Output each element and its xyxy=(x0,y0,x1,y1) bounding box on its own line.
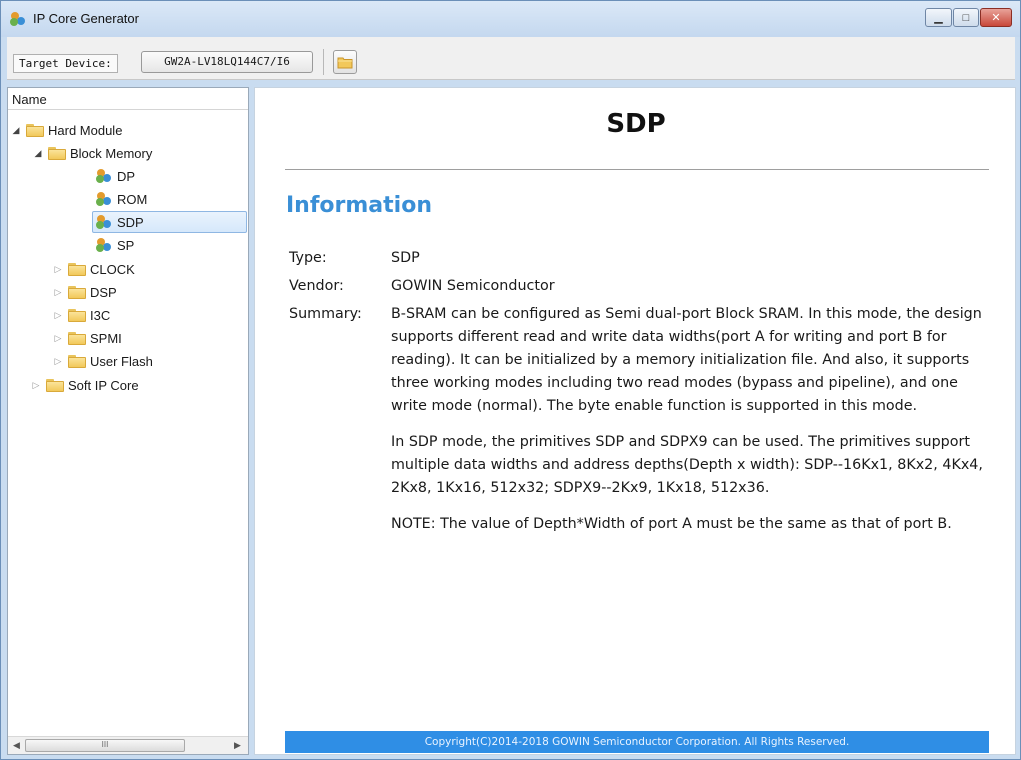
tree-item-user-flash[interactable]: ▷ User Flash xyxy=(52,350,153,372)
maximize-button[interactable]: □ xyxy=(953,8,979,27)
title-bar[interactable]: IP Core Generator ▁ □ ✕ xyxy=(1,1,1020,37)
tree-item-dsp[interactable]: ▷ DSP xyxy=(52,281,117,303)
summary-key: Summary: xyxy=(289,306,362,322)
ip-cubes-icon xyxy=(96,169,111,183)
collapsed-arrow-icon[interactable]: ▷ xyxy=(52,287,64,298)
toolbar-separator xyxy=(323,49,324,75)
ip-tree-panel: Name ◢ Hard Module ◢ Block Memory DP ROM… xyxy=(7,87,249,755)
minimize-button[interactable]: ▁ xyxy=(925,8,952,27)
horizontal-scrollbar[interactable]: ◀ III ▶ xyxy=(8,736,248,754)
toolbar: Target Device: GW2A-LV18LQ144C7/I6 xyxy=(7,37,1015,80)
ip-core-generator-window: IP Core Generator ▁ □ ✕ Target Device: G… xyxy=(0,0,1021,760)
expanded-arrow-icon[interactable]: ◢ xyxy=(32,148,44,159)
tree-item-label: Block Memory xyxy=(70,145,153,161)
scrollbar-thumb[interactable]: III xyxy=(25,739,185,752)
tree-item-label: CLOCK xyxy=(90,261,135,277)
tree-item-label: SDP xyxy=(117,214,144,230)
folder-icon xyxy=(46,378,64,392)
scroll-right-icon[interactable]: ▶ xyxy=(234,740,241,751)
info-row-vendor: Vendor: GOWIN Semiconductor xyxy=(289,275,989,298)
tree-item-label: Hard Module xyxy=(48,122,123,138)
tree-item-label: DP xyxy=(117,168,136,184)
target-device-label: Target Device: xyxy=(13,54,118,73)
tree-item-clock[interactable]: ▷ CLOCK xyxy=(52,258,135,280)
tree-item-label: User Flash xyxy=(90,353,153,369)
scroll-left-icon[interactable]: ◀ xyxy=(13,740,20,751)
vendor-value: GOWIN Semiconductor xyxy=(391,278,555,294)
info-row-summary: Summary: B-SRAM can be configured as Sem… xyxy=(289,303,989,549)
collapsed-arrow-icon[interactable]: ▷ xyxy=(30,380,42,391)
summary-paragraph: In SDP mode, the primitives SDP and SDPX… xyxy=(391,434,983,496)
tree-item-label: ROM xyxy=(117,191,148,207)
ip-cubes-icon xyxy=(96,215,111,229)
folder-icon xyxy=(26,123,44,137)
folder-icon xyxy=(68,308,86,322)
ip-core-icon xyxy=(10,12,25,26)
collapsed-arrow-icon[interactable]: ▷ xyxy=(52,264,64,275)
info-row-type: Type: SDP xyxy=(289,247,989,270)
type-value: SDP xyxy=(391,250,420,266)
tree-item-label: I3C xyxy=(90,307,111,323)
tree-item-sp[interactable]: SP xyxy=(95,234,134,256)
folder-open-icon xyxy=(337,57,353,68)
window-title: IP Core Generator xyxy=(33,11,139,26)
tree-item-block-memory[interactable]: ◢ Block Memory xyxy=(32,142,153,164)
tree-item-i3c[interactable]: ▷ I3C xyxy=(52,304,111,326)
close-button[interactable]: ✕ xyxy=(980,8,1012,27)
folder-icon xyxy=(48,146,66,160)
folder-icon xyxy=(68,354,86,368)
collapsed-arrow-icon[interactable]: ▷ xyxy=(52,356,64,367)
folder-icon xyxy=(68,331,86,345)
expanded-arrow-icon[interactable]: ◢ xyxy=(10,125,22,136)
tree-item-label: SPMI xyxy=(90,330,122,346)
vendor-key: Vendor: xyxy=(289,278,344,294)
target-device-button[interactable]: GW2A-LV18LQ144C7/I6 xyxy=(141,51,313,73)
collapsed-arrow-icon[interactable]: ▷ xyxy=(52,310,64,321)
ip-cubes-icon xyxy=(96,192,111,206)
title-divider xyxy=(285,169,989,170)
copyright-footer: Copyright(C)2014-2018 GOWIN Semiconducto… xyxy=(285,731,989,753)
tree-column-header[interactable]: Name xyxy=(8,88,248,110)
open-folder-button[interactable] xyxy=(333,50,357,74)
close-icon: ✕ xyxy=(991,12,1001,24)
information-heading: Information xyxy=(286,193,432,218)
ip-info-panel: SDP Information Type: SDP Vendor: GOWIN … xyxy=(254,87,1016,755)
type-key: Type: xyxy=(289,250,327,266)
minimize-icon: ▁ xyxy=(934,12,943,24)
maximize-icon: □ xyxy=(962,11,970,24)
summary-value: B-SRAM can be configured as Semi dual-po… xyxy=(391,303,989,549)
collapsed-arrow-icon[interactable]: ▷ xyxy=(52,333,64,344)
tree-item-hard-module[interactable]: ◢ Hard Module xyxy=(10,119,123,141)
tree-item-dp[interactable]: DP xyxy=(95,165,135,187)
tree-item-sdp[interactable]: SDP xyxy=(92,211,247,233)
folder-icon xyxy=(68,285,86,299)
tree-item-label: Soft IP Core xyxy=(68,377,139,393)
tree-item-spmi[interactable]: ▷ SPMI xyxy=(52,327,122,349)
tree-item-rom[interactable]: ROM xyxy=(95,188,147,210)
summary-paragraph: B-SRAM can be configured as Semi dual-po… xyxy=(391,306,982,414)
summary-note: NOTE: The value of Depth*Width of port A… xyxy=(391,516,952,532)
ip-cubes-icon xyxy=(96,238,111,252)
folder-icon xyxy=(68,262,86,276)
tree-item-label: SP xyxy=(117,237,135,253)
tree-item-label: DSP xyxy=(90,284,117,300)
info-table: Type: SDP Vendor: GOWIN Semiconductor Su… xyxy=(289,247,989,549)
ip-title: SDP xyxy=(606,109,666,139)
tree-item-soft-ip-core[interactable]: ▷ Soft IP Core xyxy=(30,374,139,396)
